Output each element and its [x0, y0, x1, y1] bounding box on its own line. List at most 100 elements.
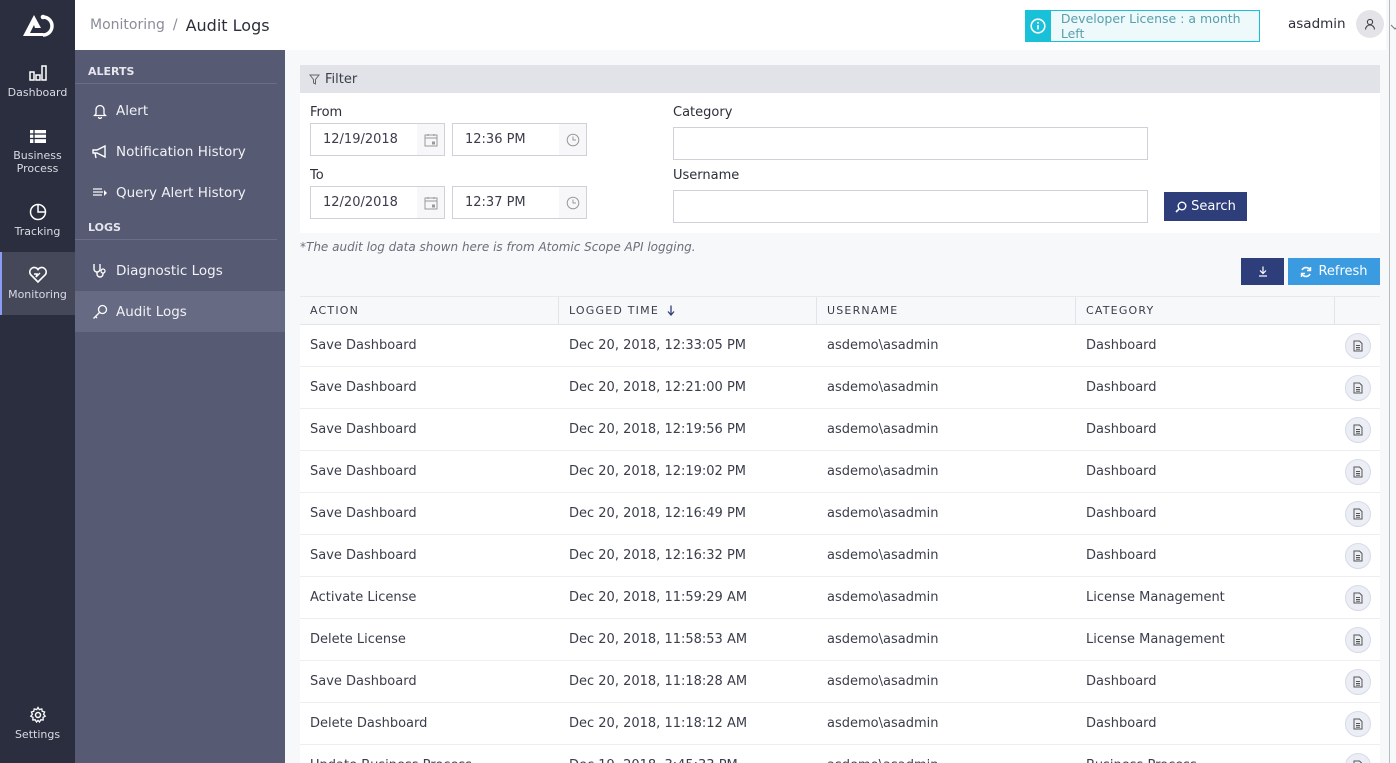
submenu-item-label: Query Alert History [116, 184, 246, 201]
submenu-item-notification-history[interactable]: Notification History [75, 131, 285, 172]
to-label: To [310, 168, 324, 183]
cell-category: Dashboard [1086, 464, 1157, 479]
from-date-input[interactable] [311, 124, 417, 155]
document-icon [1353, 340, 1362, 351]
rail-item-label: Business Process [13, 149, 62, 175]
search-button[interactable]: Search [1164, 192, 1247, 221]
column-header-action[interactable]: ACTION [300, 297, 559, 324]
column-header-logged-time[interactable]: LOGGED TIME [559, 297, 817, 324]
rail-item-settings[interactable]: Settings [0, 692, 75, 755]
view-details-button[interactable] [1344, 668, 1371, 695]
submenu-item-query-alert-history[interactable]: Query Alert History [75, 172, 285, 213]
rail-item-tracking[interactable]: Tracking [0, 189, 75, 252]
category-field[interactable] [673, 127, 1148, 160]
table-row[interactable]: Save Dashboard Dec 20, 2018, 12:33:05 PM… [300, 325, 1380, 367]
table-row[interactable]: Save Dashboard Dec 20, 2018, 12:16:49 PM… [300, 493, 1380, 535]
view-details-button[interactable] [1344, 710, 1371, 737]
document-icon [1353, 382, 1362, 393]
table-row[interactable]: Delete License Dec 20, 2018, 11:58:53 AM… [300, 619, 1380, 661]
from-time-field[interactable] [452, 123, 587, 156]
cell-details [1335, 703, 1380, 744]
table-row[interactable]: Activate License Dec 20, 2018, 11:59:29 … [300, 577, 1380, 619]
cell-category: License Management [1086, 590, 1225, 605]
stethoscope-icon [90, 263, 110, 279]
username-input[interactable] [674, 191, 1147, 222]
filter-header[interactable]: Filter [300, 65, 1380, 93]
cell-category: Dashboard [1086, 380, 1157, 395]
cell-action: Delete License [310, 632, 406, 647]
view-details-button[interactable] [1344, 626, 1371, 653]
table-row[interactable]: Delete Dashboard Dec 20, 2018, 11:18:12 … [300, 703, 1380, 745]
rail-item-business-process[interactable]: Business Process [0, 113, 75, 189]
username-field[interactable] [673, 190, 1148, 223]
table-row[interactable]: Save Dashboard Dec 20, 2018, 12:21:00 PM… [300, 367, 1380, 409]
column-header-category[interactable]: CATEGORY [1076, 297, 1335, 324]
cell-details [1335, 745, 1380, 763]
to-time-input[interactable] [453, 187, 559, 218]
cell-action: Save Dashboard [310, 464, 417, 479]
megaphone-icon [90, 144, 110, 159]
cell-logged-time: Dec 20, 2018, 11:18:28 AM [569, 674, 748, 689]
sort-descending-icon[interactable] [667, 305, 675, 316]
from-time-input[interactable] [453, 124, 559, 155]
to-date-input[interactable] [311, 187, 417, 218]
clock-icon[interactable] [559, 187, 586, 218]
calendar-icon[interactable] [417, 187, 444, 218]
search-button-label: Search [1191, 199, 1236, 214]
cell-details [1335, 619, 1380, 660]
category-label: Category [673, 105, 733, 120]
submenu-item-diagnostic-logs[interactable]: Diagnostic Logs [75, 250, 285, 291]
submenu-item-audit-logs[interactable]: Audit Logs [75, 291, 285, 332]
table-row[interactable]: Update Business Process Dec 19, 2018, 3:… [300, 745, 1380, 763]
table-row[interactable]: Save Dashboard Dec 20, 2018, 12:19:02 PM… [300, 451, 1380, 493]
submenu-item-alert[interactable]: Alert [75, 90, 285, 131]
user-menu[interactable]: asadmin [1288, 10, 1396, 38]
calendar-icon[interactable] [417, 124, 444, 155]
cell-action: Delete Dashboard [310, 716, 428, 731]
column-header-username[interactable]: USERNAME [817, 297, 1076, 324]
atomic-scope-logo-icon [22, 14, 54, 37]
audit-log-table: ACTION LOGGED TIME USERNAME CATEGORY Sav… [300, 296, 1380, 763]
filter-panel: Filter From To Category Username [300, 65, 1380, 233]
cell-action: Activate License [310, 590, 417, 605]
refresh-button[interactable]: Refresh [1288, 258, 1380, 285]
clock-icon[interactable] [559, 124, 586, 155]
cell-username: asdemo\asadmin [827, 716, 939, 731]
document-icon [1353, 424, 1362, 435]
download-button[interactable] [1241, 258, 1284, 285]
to-time-field[interactable] [452, 186, 587, 219]
cell-username: asdemo\asadmin [827, 380, 939, 395]
cell-username: asdemo\asadmin [827, 422, 939, 437]
cell-category: Dashboard [1086, 548, 1157, 563]
breadcrumb-parent[interactable]: Monitoring [90, 17, 165, 33]
document-icon [1353, 676, 1362, 687]
view-details-button[interactable] [1344, 416, 1371, 443]
rail-item-dashboard[interactable]: Dashboard [0, 50, 75, 113]
refresh-icon [1300, 266, 1312, 278]
table-body: Save Dashboard Dec 20, 2018, 12:33:05 PM… [300, 325, 1380, 763]
view-details-button[interactable] [1344, 374, 1371, 401]
view-details-button[interactable] [1344, 752, 1371, 763]
rail-item-monitoring[interactable]: Monitoring [0, 252, 75, 315]
submenu-item-label: Notification History [116, 143, 246, 160]
info-icon [1026, 11, 1051, 41]
view-details-button[interactable] [1344, 584, 1371, 611]
license-text: Developer License : a month Left [1060, 11, 1241, 41]
to-date-field[interactable] [310, 186, 445, 219]
cell-username: asdemo\asadmin [827, 590, 939, 605]
chevron-down-icon[interactable] [1390, 15, 1396, 34]
view-details-button[interactable] [1344, 458, 1371, 485]
from-date-field[interactable] [310, 123, 445, 156]
avatar[interactable] [1355, 10, 1384, 38]
cell-details [1335, 325, 1380, 366]
section-title-alerts: ALERTS [75, 50, 277, 84]
app-logo[interactable] [0, 0, 75, 50]
category-input[interactable] [674, 128, 1147, 159]
document-icon [1353, 592, 1362, 603]
table-row[interactable]: Save Dashboard Dec 20, 2018, 12:16:32 PM… [300, 535, 1380, 577]
view-details-button[interactable] [1344, 332, 1371, 359]
table-row[interactable]: Save Dashboard Dec 20, 2018, 11:18:28 AM… [300, 661, 1380, 703]
view-details-button[interactable] [1344, 500, 1371, 527]
table-row[interactable]: Save Dashboard Dec 20, 2018, 12:19:56 PM… [300, 409, 1380, 451]
view-details-button[interactable] [1344, 542, 1371, 569]
